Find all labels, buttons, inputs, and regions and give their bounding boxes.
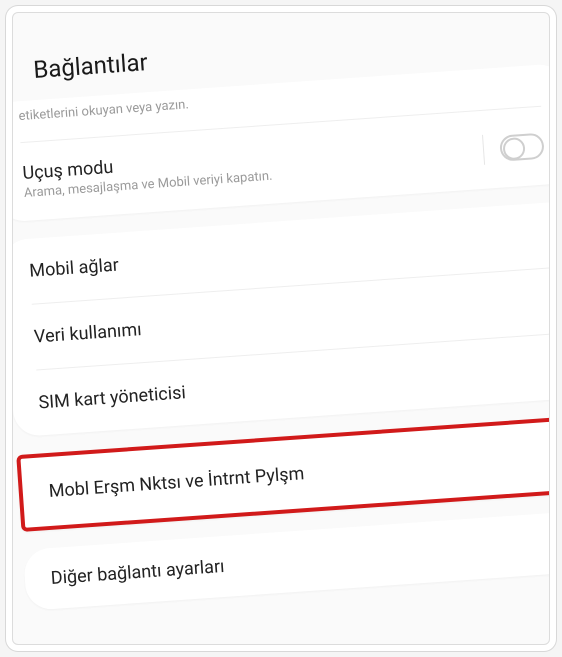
flight-mode-toggle[interactable] (499, 133, 545, 162)
more-connections-label: Diğer bağlantı ayarları (50, 532, 550, 589)
card-network-group: Mobil ağlar Veri kullanımı SIM kart yöne… (12, 201, 550, 438)
data-usage-label: Veri kullanımı (33, 319, 142, 347)
hotspot-label: Mobl Erşm Nktsı ve İntrnt Pylşm (48, 445, 550, 502)
sim-manager-label: SIM kart yöneticisi (38, 382, 187, 413)
page-title: Bağlantılar (32, 48, 148, 84)
truncated-text: etiketlerini okuyan veya yazın. (18, 97, 189, 124)
back-icon[interactable] (12, 59, 16, 84)
screenshot-frame: Bağlantılar etiketlerini okuyan veya yaz… (12, 12, 550, 645)
hotspot-row[interactable]: Mobl Erşm Nktsı ve İntrnt Pylşm (16, 415, 550, 532)
mobile-networks-label: Mobil ağlar (29, 255, 120, 282)
